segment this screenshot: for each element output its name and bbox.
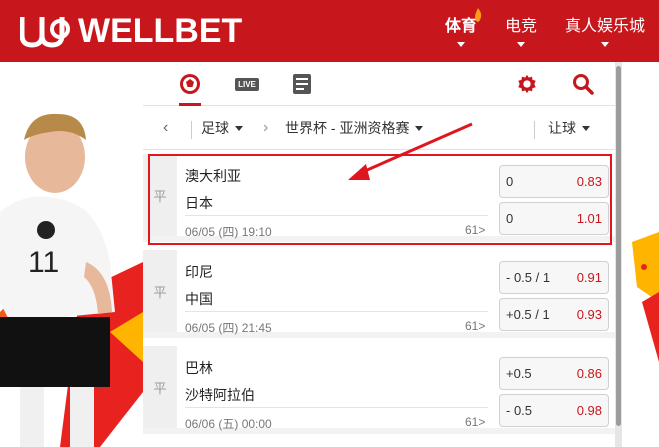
match-time: 06/05 (四) 21:45 xyxy=(185,321,272,335)
top-header: WELLBET 体育 电竞 真人娱乐城 xyxy=(0,0,659,62)
match-time: 06/06 (五) 00:00 xyxy=(185,417,272,431)
settings-button[interactable] xyxy=(515,72,539,96)
divider xyxy=(185,215,488,216)
scrollbar-thumb[interactable] xyxy=(616,66,621,426)
league-label: 世界杯 - 亚洲资格赛 xyxy=(285,120,410,136)
odds-price: 0.93 xyxy=(576,307,602,322)
back-button[interactable]: ‹ xyxy=(163,106,168,150)
odds-button-home[interactable]: +0.5 0.86 xyxy=(499,357,609,390)
odds-button-away[interactable]: +0.5 / 1 0.93 xyxy=(499,298,609,331)
odds-button-home[interactable]: - 0.5 / 1 0.91 xyxy=(499,261,609,294)
top-nav: 体育 电竞 真人娱乐城 xyxy=(431,0,659,62)
wellbet-logo[interactable]: WELLBET xyxy=(20,11,242,51)
odds-price: 0.98 xyxy=(576,403,602,418)
home-team: 澳大利亚 xyxy=(185,168,241,184)
bet-slip-tab[interactable] xyxy=(290,72,314,96)
handicap-line: 0 xyxy=(506,211,514,226)
neutral-venue-icon: 平 xyxy=(143,154,177,236)
home-team: 印尼 xyxy=(185,264,213,280)
match-time: 06/05 (四) 19:10 xyxy=(185,225,272,239)
odds-price: 0.91 xyxy=(576,270,602,285)
odds-button-home[interactable]: 0 0.83 xyxy=(499,165,609,198)
filter-bar: ‹ 足球 › 世界杯 - 亚洲资格赛 让球 xyxy=(143,106,615,150)
gear-icon xyxy=(518,74,536,94)
more-markets-link[interactable]: 61> xyxy=(465,223,485,237)
live-badge: LIVE xyxy=(235,77,259,91)
handicap-line: +0.5 xyxy=(506,366,532,381)
sportsbook-panel: LIVE ‹ 足球 › 世界杯 - 亚洲资格赛 让球 平 澳大利亚 日本 06/… xyxy=(143,62,615,447)
handicap-line: 0 xyxy=(506,174,514,189)
live-tab[interactable]: LIVE xyxy=(234,72,260,96)
logo-text: WELLBET xyxy=(78,11,243,50)
caret-down-icon xyxy=(582,125,590,131)
odds-button-away[interactable]: - 0.5 0.98 xyxy=(499,394,609,427)
svg-text:11: 11 xyxy=(28,246,59,279)
football-icon xyxy=(180,74,200,94)
market-dropdown[interactable]: 让球 xyxy=(548,106,590,150)
flame-icon xyxy=(474,8,482,22)
football-tab[interactable] xyxy=(178,72,202,96)
search-button[interactable] xyxy=(571,72,595,96)
neutral-venue-icon: 平 xyxy=(143,250,177,332)
football-player-image: 11 xyxy=(0,113,143,447)
toolbar: LIVE xyxy=(143,62,615,106)
decoration-splash xyxy=(632,232,659,362)
chevron-left-icon: ‹ xyxy=(163,119,169,136)
caret-down-icon xyxy=(415,125,424,131)
nav-label: 电竞 xyxy=(504,17,537,35)
odds-button-away[interactable]: 0 1.01 xyxy=(499,202,609,235)
away-team: 中国 xyxy=(185,291,213,307)
chevron-right-icon: › xyxy=(263,119,269,136)
more-markets-link[interactable]: 61> xyxy=(465,415,485,429)
more-markets-link[interactable]: 61> xyxy=(465,319,485,333)
neutral-venue-icon: 平 xyxy=(143,346,177,428)
handicap-line: - 0.5 / 1 xyxy=(506,270,551,285)
scrollbar[interactable] xyxy=(615,62,622,447)
odds-price: 0.86 xyxy=(576,366,602,381)
promo-banner[interactable]: 11 xyxy=(0,62,143,447)
match-card[interactable]: 平 澳大利亚 日本 06/05 (四) 19:10 61> 0 0.83 0 1… xyxy=(143,154,615,242)
handicap-line: - 0.5 xyxy=(506,403,533,418)
away-team: 日本 xyxy=(185,195,213,211)
odds-price: 0.83 xyxy=(576,174,602,189)
match-card[interactable]: 平 印尼 中国 06/05 (四) 21:45 61> - 0.5 / 1 0.… xyxy=(143,250,615,338)
match-card[interactable]: 平 巴林 沙特阿拉伯 06/06 (五) 00:00 61> +0.5 0.86… xyxy=(143,346,615,434)
search-icon xyxy=(573,74,594,95)
market-label: 让球 xyxy=(548,120,576,136)
sport-dropdown[interactable]: 足球 xyxy=(201,106,243,150)
chevron-down-icon xyxy=(516,41,525,47)
chevron-down-icon xyxy=(600,41,609,47)
wellbet-logo-mark xyxy=(20,17,70,48)
away-team: 沙特阿拉伯 xyxy=(185,387,255,403)
nav-item-live-casino[interactable]: 真人娱乐城 xyxy=(551,0,659,62)
caret-down-icon xyxy=(235,125,243,131)
nav-item-esports[interactable]: 电竞 xyxy=(491,0,551,62)
sport-label: 足球 xyxy=(201,120,229,136)
divider xyxy=(185,311,488,312)
divider xyxy=(191,121,192,139)
document-icon xyxy=(293,74,311,94)
divider xyxy=(185,407,488,408)
nav-label: 真人娱乐城 xyxy=(564,17,645,35)
home-team: 巴林 xyxy=(185,360,213,376)
league-dropdown[interactable]: 世界杯 - 亚洲资格赛 xyxy=(285,106,424,150)
chevron-down-icon xyxy=(456,41,465,47)
divider xyxy=(534,121,535,139)
breadcrumb-separator: › xyxy=(263,106,268,150)
handicap-line: +0.5 / 1 xyxy=(506,307,550,322)
odds-price: 1.01 xyxy=(576,211,602,226)
nav-item-sports[interactable]: 体育 xyxy=(431,0,491,62)
decoration-image xyxy=(622,62,659,447)
